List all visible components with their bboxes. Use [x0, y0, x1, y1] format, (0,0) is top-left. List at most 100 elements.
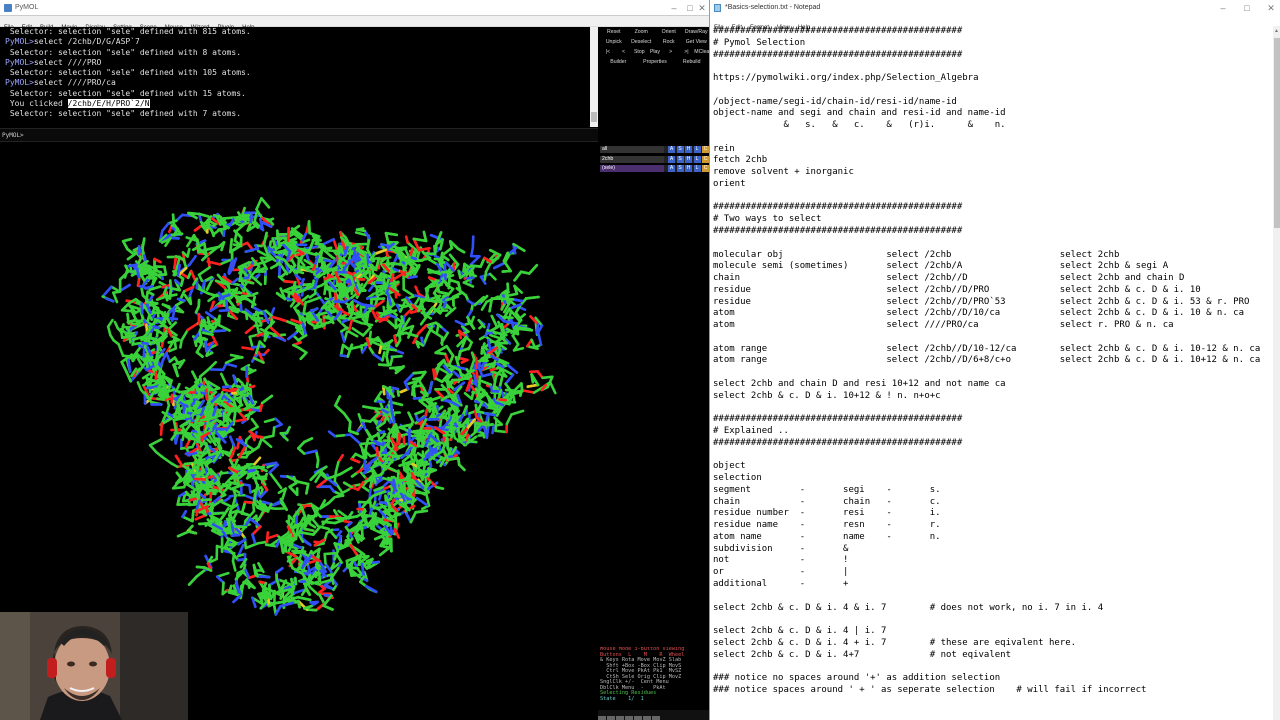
bond-stick	[186, 322, 200, 332]
object-row-sele[interactable]: (sele) A S H L C	[600, 165, 709, 172]
object-action-a[interactable]: A	[668, 165, 675, 172]
object-action-c[interactable]: C	[702, 146, 709, 153]
bond-stick	[268, 471, 277, 482]
bond-stick	[224, 357, 238, 365]
bond-stick	[357, 500, 362, 515]
control-button-zoom[interactable]: Zoom	[628, 28, 656, 36]
control-button-unpick[interactable]: Unpick	[600, 38, 628, 46]
step-back-icon[interactable]	[607, 716, 615, 720]
bond-stick	[491, 424, 496, 435]
bond-stick	[392, 253, 400, 265]
control-button-properties[interactable]: Properties	[637, 58, 674, 66]
bond-stick	[360, 321, 374, 327]
bond-stick	[265, 531, 270, 544]
fast-forward-icon[interactable]	[643, 716, 651, 720]
bond-stick	[333, 480, 344, 494]
control-button-rebuild[interactable]: Rebuild	[673, 58, 709, 66]
control-button--[interactable]: |<	[600, 48, 616, 56]
control-button-draw-ray[interactable]: Draw/Ray	[683, 28, 710, 36]
bond-stick	[420, 504, 431, 511]
console-line: You clicked /2chb/E/H/PRO`2/N	[5, 99, 598, 109]
bond-stick	[229, 353, 244, 359]
bond-stick	[253, 273, 261, 280]
object-action-c[interactable]: C	[702, 165, 709, 172]
object-action-h[interactable]: H	[685, 155, 692, 163]
object-action-a[interactable]: A	[668, 146, 675, 153]
control-button-rock[interactable]: Rock	[655, 38, 683, 46]
object-action-s[interactable]: S	[676, 155, 684, 163]
bond-stick	[187, 575, 199, 586]
bond-stick	[351, 314, 364, 320]
bond-stick	[480, 300, 488, 311]
rewind-icon[interactable]	[598, 716, 606, 720]
clicked-atom-highlight: /2chb/E/H/PRO`2/N	[67, 99, 150, 109]
bond-stick	[404, 235, 409, 244]
bond-stick	[355, 227, 365, 231]
bond-stick	[393, 527, 401, 539]
object-row-2chb[interactable]: 2chb A S H L C	[600, 155, 709, 163]
control-button-reset[interactable]: Reset	[600, 28, 628, 36]
bond-stick	[305, 608, 318, 612]
bond-stick	[327, 495, 336, 505]
bond-stick	[176, 530, 190, 538]
bond-stick	[511, 334, 520, 346]
step-forward-icon[interactable]	[634, 716, 642, 720]
object-panel: all A S H L C 2chb A S H L C (sele) A S H L C	[598, 142, 709, 647]
bond-stick	[299, 351, 308, 361]
object-name[interactable]: (sele)	[600, 165, 664, 172]
control-button-play[interactable]: Play	[647, 48, 663, 56]
console-scrollbar[interactable]	[590, 27, 598, 127]
object-row-all[interactable]: all A S H L C	[600, 146, 709, 153]
object-name[interactable]: 2chb	[600, 155, 664, 163]
bond-stick	[110, 285, 122, 293]
bond-stick	[348, 433, 361, 445]
close-icon[interactable]: ✕	[692, 2, 709, 14]
console-text: Selector: selection "sele" defined with …	[5, 27, 251, 36]
object-action-s[interactable]: S	[676, 165, 684, 172]
control-button-deselect[interactable]: Deselect	[628, 38, 656, 46]
object-action-c[interactable]: C	[702, 155, 709, 163]
bond-stick	[244, 247, 260, 253]
command-prompt: PyMOL>	[2, 132, 24, 139]
bond-stick	[186, 247, 191, 258]
control-button-builder[interactable]: Builder	[600, 58, 637, 66]
bond-stick	[454, 319, 466, 327]
control-button--[interactable]: >	[663, 48, 679, 56]
full-screen-icon[interactable]	[652, 716, 660, 720]
bond-stick	[264, 543, 279, 548]
console-scroll-thumb[interactable]	[591, 112, 597, 122]
bond-stick	[364, 437, 370, 451]
control-button-mclear[interactable]: MClear	[694, 48, 709, 56]
object-action-s[interactable]: S	[676, 146, 684, 153]
bond-stick	[524, 295, 540, 300]
object-action-l[interactable]: L	[693, 165, 701, 172]
control-button-get-view[interactable]: Get View	[683, 38, 710, 46]
pymol-command-input[interactable]: PyMOL>	[0, 128, 598, 142]
bond-stick	[197, 266, 211, 277]
object-action-h[interactable]: H	[685, 165, 692, 172]
bond-stick	[266, 533, 279, 540]
bond-stick	[197, 273, 204, 282]
bond-stick	[188, 254, 197, 266]
object-action-l[interactable]: L	[693, 146, 701, 153]
object-action-l[interactable]: L	[693, 155, 701, 163]
control-button-orient[interactable]: Orient	[655, 28, 683, 36]
control-button-stop[interactable]: Stop	[631, 48, 647, 56]
control-button--[interactable]: <	[616, 48, 632, 56]
bond-stick	[391, 354, 403, 359]
object-action-h[interactable]: H	[685, 146, 692, 153]
console-line: Selector: selection "sele" defined with …	[5, 27, 598, 37]
movie-playback-bar	[598, 710, 709, 720]
object-action-a[interactable]: A	[668, 155, 675, 163]
bond-stick	[182, 403, 186, 417]
object-name[interactable]: all	[600, 146, 664, 153]
bond-stick	[334, 460, 340, 473]
console-line: Selector: selection "sele" defined with …	[5, 109, 598, 119]
control-button--[interactable]: >|	[679, 48, 695, 56]
bond-stick	[384, 231, 399, 237]
pymol-menubar: FileEditBuildMovieDisplaySettingSceneMou…	[0, 16, 709, 31]
stop-icon[interactable]	[616, 716, 624, 720]
bond-stick	[403, 371, 416, 384]
bond-stick	[275, 566, 284, 574]
play-icon[interactable]	[625, 716, 633, 720]
